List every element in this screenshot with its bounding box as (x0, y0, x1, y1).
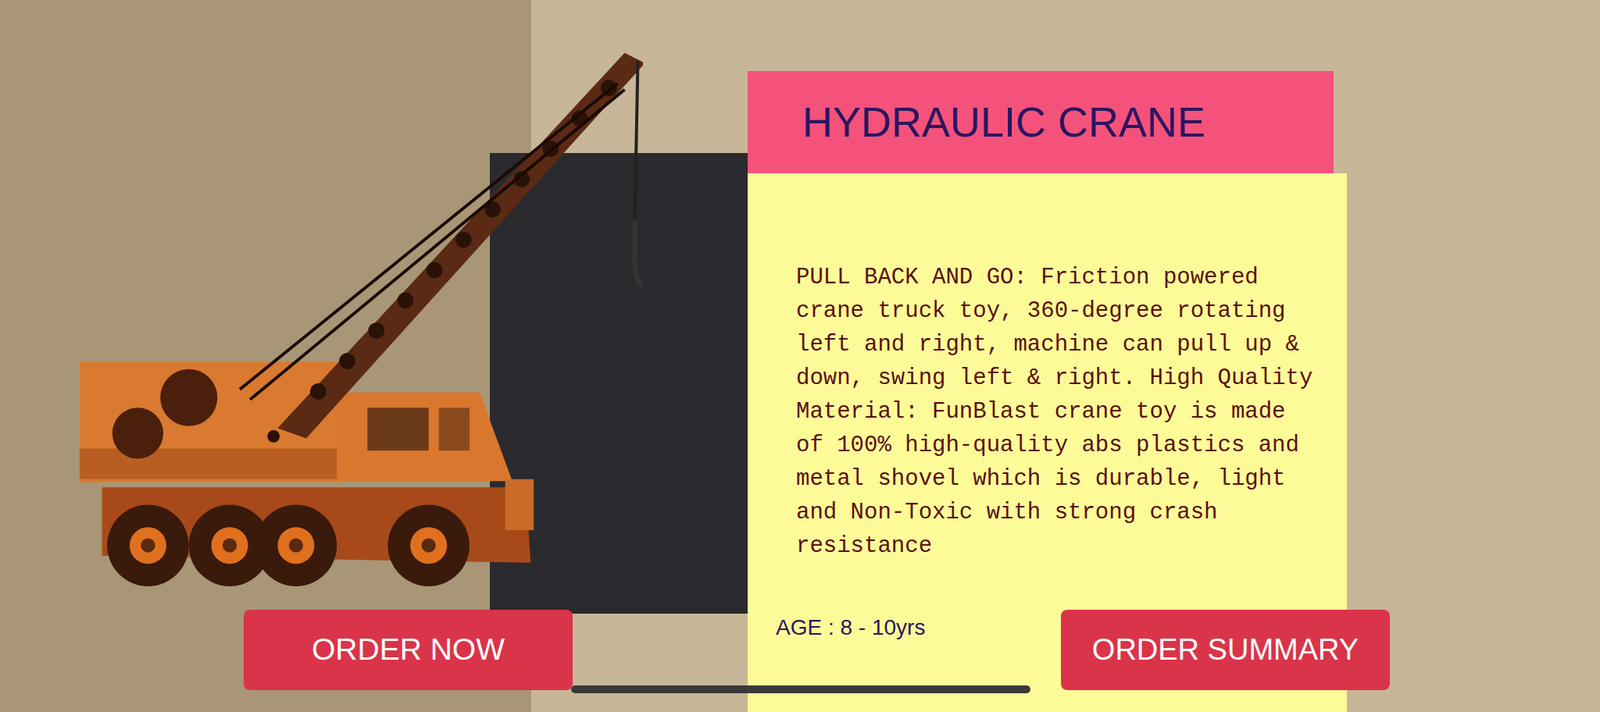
ar-screen: HYDRAULIC CRANE PULL BACK AND GO: Frictio… (0, 0, 1600, 712)
home-indicator[interactable] (571, 685, 1031, 694)
order-now-button[interactable]: ORDER NOW (243, 610, 573, 691)
product-title: HYDRAULIC CRANE (802, 96, 1206, 150)
product-description: PULL BACK AND GO: Friction powered crane… (796, 260, 1324, 564)
crane-model-icon[interactable] (76, 50, 643, 587)
order-summary-button[interactable]: ORDER SUMMARY (1060, 610, 1390, 691)
product-title-bar: HYDRAULIC CRANE (747, 71, 1334, 174)
